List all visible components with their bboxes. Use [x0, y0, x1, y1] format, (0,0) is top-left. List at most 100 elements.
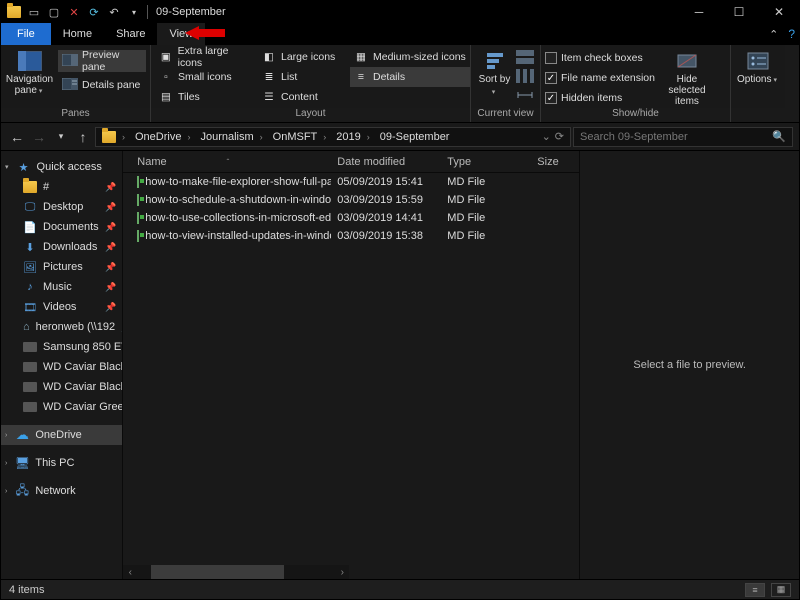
sidebar-item[interactable]: #📌	[1, 177, 122, 197]
breadcrumb-seg[interactable]: 09-September	[376, 131, 454, 143]
layout-details[interactable]: ≡Details	[350, 67, 470, 87]
layout-list[interactable]: ≣List	[258, 67, 350, 87]
size-columns-icon[interactable]	[516, 88, 534, 105]
close-button[interactable]: ✕	[759, 1, 799, 23]
search-input[interactable]: Search 09-September 🔍	[573, 127, 793, 147]
sidebar-quick-access[interactable]: ▾★Quick access	[1, 157, 122, 177]
window-controls: ─ ☐ ✕	[679, 1, 799, 23]
column-name[interactable]: Nameˆ	[131, 156, 331, 168]
new-folder-icon[interactable]: ▢	[45, 3, 63, 21]
table-row[interactable]: how-to-view-installed-updates-in-windo..…	[123, 227, 579, 245]
titlebar: ▭ ▢ ✕ ⟳ ↶ ▾ 09-September ─ ☐ ✕	[1, 1, 799, 23]
sidebar-network[interactable]: ›🖧Network	[1, 481, 122, 501]
breadcrumb-dropdown-icon[interactable]: ⌄	[542, 130, 551, 143]
hidden-items-toggle[interactable]: Hidden items	[545, 89, 655, 107]
qat-dropdown-icon[interactable]: ▾	[125, 3, 143, 21]
preview-pane-icon	[62, 54, 78, 68]
layout-tiles[interactable]: ▤Tiles	[155, 87, 258, 107]
rename-icon[interactable]: ⟳	[85, 3, 103, 21]
file-extensions-toggle[interactable]: File name extension	[545, 69, 655, 87]
delete-icon[interactable]: ✕	[65, 3, 83, 21]
breadcrumb-seg[interactable]: Journalism›	[196, 131, 268, 143]
sidebar-item[interactable]: Samsung 850 EV📌	[1, 337, 122, 357]
sidebar-item[interactable]: 📄Documents📌	[1, 217, 122, 237]
large-icon: ◧	[262, 51, 276, 63]
layout-small[interactable]: ▫Small icons	[155, 67, 258, 87]
breadcrumb-seg[interactable]: OnMSFT›	[269, 131, 333, 143]
breadcrumb[interactable]: › OneDrive› Journalism› OnMSFT› 2019› 09…	[95, 127, 571, 147]
column-size[interactable]: Size	[531, 156, 579, 168]
file-explorer-window: ▭ ▢ ✕ ⟳ ↶ ▾ 09-September ─ ☐ ✕ File Home…	[0, 0, 800, 600]
refresh-icon[interactable]: ⟳	[555, 130, 564, 143]
back-button[interactable]: ←	[7, 127, 27, 147]
sidebar-item[interactable]: ⬇Downloads📌	[1, 237, 122, 257]
forward-button[interactable]: →	[29, 127, 49, 147]
collapse-ribbon-icon[interactable]: ⌃	[769, 28, 778, 41]
layout-extra-large[interactable]: ▣Extra large icons	[155, 47, 258, 67]
ribbon: Navigation pane ▾ Preview pane Details p…	[1, 45, 799, 123]
layout-content[interactable]: ☰Content	[258, 87, 350, 107]
ribbon-group-showhide: Item check boxes File name extension Hid…	[541, 45, 731, 122]
pin-icon: 📌	[105, 282, 116, 293]
maximize-button[interactable]: ☐	[719, 1, 759, 23]
details-pane-icon	[62, 78, 78, 92]
content-icon: ☰	[262, 91, 276, 103]
column-date[interactable]: Date modified	[331, 156, 441, 168]
properties-icon[interactable]: ▭	[25, 3, 43, 21]
tab-file[interactable]: File	[1, 23, 51, 45]
breadcrumb-root[interactable]: ›	[98, 131, 131, 143]
extra-large-icon: ▣	[159, 51, 173, 63]
add-columns-icon[interactable]	[516, 69, 534, 86]
scroll-left-icon[interactable]: ‹	[123, 565, 137, 579]
group-by-icon[interactable]	[516, 50, 534, 67]
tab-home[interactable]: Home	[51, 23, 104, 45]
view-thumbnails-toggle[interactable]: ▦	[771, 583, 791, 597]
sidebar-item[interactable]: 🎞Videos📌	[1, 297, 122, 317]
column-type[interactable]: Type	[441, 156, 531, 168]
hide-selected-button[interactable]: Hide selected items	[659, 48, 715, 107]
sidebar-item[interactable]: ♪Music📌	[1, 277, 122, 297]
sidebar-item[interactable]: ⌂heronweb (\\192📌	[1, 317, 122, 337]
sort-by-button[interactable]: Sort by ▾	[478, 48, 512, 98]
table-row[interactable]: how-to-use-collections-in-microsoft-ed..…	[123, 209, 579, 227]
status-item-count: 4 items	[9, 584, 44, 596]
ribbon-group-curview-label: Current view	[471, 108, 540, 122]
up-button[interactable]: ↑	[73, 127, 93, 147]
window-title: 09-September	[156, 6, 226, 18]
help-icon[interactable]: ?	[788, 27, 795, 41]
sidebar-onedrive[interactable]: ›☁OneDrive	[1, 425, 122, 445]
table-row[interactable]: how-to-make-file-explorer-show-full-pa..…	[123, 173, 579, 191]
details-pane-button[interactable]: Details pane	[58, 74, 146, 96]
sidebar-item[interactable]: WD Caviar Greer📌	[1, 397, 122, 417]
tiles-icon: ▤	[159, 91, 173, 103]
layout-medium[interactable]: ▦Medium-sized icons	[350, 47, 470, 67]
breadcrumb-seg[interactable]: 2019›	[332, 131, 375, 143]
small-icon: ▫	[159, 71, 173, 83]
sidebar-this-pc[interactable]: ›🖥This PC	[1, 453, 122, 473]
sidebar-item[interactable]: 🖼Pictures📌	[1, 257, 122, 277]
status-bar: 4 items ≡ ▦	[1, 579, 799, 599]
options-button[interactable]: Options ▾	[735, 48, 781, 86]
preview-pane-button[interactable]: Preview pane	[58, 50, 146, 72]
horizontal-scrollbar[interactable]: ‹ ›	[123, 565, 349, 579]
tab-share[interactable]: Share	[104, 23, 157, 45]
ribbon-group-layout: ▣Extra large icons ◧Large icons ▦Medium-…	[151, 45, 471, 122]
navigation-pane-button[interactable]: Navigation pane ▾	[5, 48, 54, 97]
view-details-toggle[interactable]: ≡	[745, 583, 765, 597]
undo-icon[interactable]: ↶	[105, 3, 123, 21]
sidebar-item[interactable]: WD Caviar Black📌	[1, 357, 122, 377]
pin-icon: 📌	[105, 182, 116, 193]
layout-large[interactable]: ◧Large icons	[258, 47, 350, 67]
ribbon-group-current-view: Sort by ▾ Current view	[471, 45, 541, 122]
sidebar-item[interactable]: 🖵Desktop📌	[1, 197, 122, 217]
minimize-button[interactable]: ─	[679, 1, 719, 23]
breadcrumb-seg[interactable]: OneDrive›	[131, 131, 196, 143]
scroll-thumb[interactable]	[151, 565, 284, 579]
item-checkboxes-toggle[interactable]: Item check boxes	[545, 49, 655, 67]
recent-locations-button[interactable]: ▾	[51, 127, 71, 147]
hide-icon	[673, 50, 701, 72]
scroll-right-icon[interactable]: ›	[335, 565, 349, 579]
sidebar-item[interactable]: WD Caviar Black📌	[1, 377, 122, 397]
preview-pane: Select a file to preview.	[579, 151, 799, 579]
table-row[interactable]: how-to-schedule-a-shutdown-in-windo...03…	[123, 191, 579, 209]
